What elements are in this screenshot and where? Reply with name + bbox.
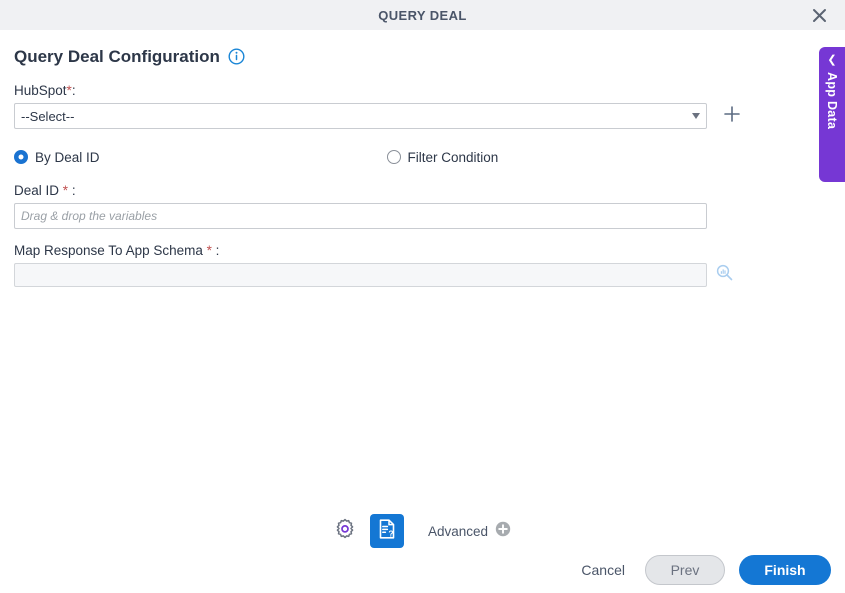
map-response-search-button[interactable] (715, 264, 733, 286)
deal-id-label: Deal ID * : (14, 183, 831, 198)
settings-button[interactable] (334, 518, 356, 545)
map-response-required-mark: * (206, 243, 212, 258)
deal-id-input[interactable] (14, 203, 707, 229)
app-data-panel-tab[interactable]: ❮ App Data (819, 47, 845, 182)
query-deal-dialog: QUERY DEAL Query Deal Configuration HubS… (0, 0, 845, 593)
radio-by-deal-id-label: By Deal ID (35, 149, 100, 165)
dialog-title: QUERY DEAL (378, 7, 467, 23)
radio-filter-condition-mark[interactable] (386, 150, 401, 164)
plus-icon (723, 105, 741, 128)
map-response-row (14, 263, 831, 287)
radio-filter-condition-label: Filter Condition (407, 149, 499, 165)
hubspot-select[interactable]: --Select-- (14, 103, 707, 129)
query-mode-radio-group: By Deal ID Filter Condition (14, 147, 831, 167)
advanced-toggle[interactable]: Advanced (428, 521, 511, 542)
page-title-row: Query Deal Configuration (14, 48, 831, 65)
gear-icon (334, 518, 356, 545)
map-response-label: Map Response To App Schema * : (14, 243, 831, 258)
dialog-actions: Cancel Prev Finish (575, 555, 831, 585)
close-button[interactable] (803, 0, 835, 30)
plus-circle-icon[interactable] (495, 521, 511, 542)
cancel-button[interactable]: Cancel (575, 558, 631, 582)
svg-text:?: ? (388, 528, 393, 538)
prev-button[interactable]: Prev (645, 555, 725, 585)
page-title: Query Deal Configuration (14, 47, 220, 66)
map-response-input[interactable] (14, 263, 707, 287)
deal-id-label-text: Deal ID (14, 183, 60, 198)
info-circle-icon[interactable] (228, 48, 245, 65)
help-document-button[interactable]: ? (369, 514, 404, 548)
document-question-icon: ? (376, 518, 398, 545)
hubspot-select-row: --Select-- (14, 103, 831, 129)
configuration-form: Query Deal Configuration HubSpot*: --Sel… (0, 30, 845, 500)
hubspot-selected-value: --Select-- (21, 108, 75, 124)
map-response-label-colon: : (215, 243, 220, 258)
chevron-down-icon (692, 113, 700, 119)
map-response-label-text: Map Response To App Schema (14, 243, 203, 258)
advanced-label: Advanced (427, 523, 489, 539)
app-data-panel-label: App Data (825, 72, 839, 130)
magnifier-chart-icon (716, 264, 733, 286)
chevron-left-icon: ❮ (827, 54, 837, 66)
hubspot-label: HubSpot*: (14, 83, 831, 98)
radio-filter-condition[interactable]: Filter Condition (386, 149, 499, 165)
hubspot-label-text: HubSpot (14, 83, 67, 98)
finish-button[interactable]: Finish (739, 555, 831, 585)
radio-by-deal-id-mark[interactable] (14, 150, 28, 164)
bottom-toolbar: ? Advanced (0, 508, 845, 554)
deal-id-required-mark: * (62, 183, 69, 198)
hubspot-label-colon: : (71, 83, 76, 98)
radio-by-deal-id[interactable]: By Deal ID (14, 150, 100, 165)
deal-id-label-colon: : (71, 183, 76, 198)
dialog-titlebar: QUERY DEAL (0, 0, 845, 30)
add-hubspot-connection-button[interactable] (721, 105, 743, 127)
close-icon (812, 8, 827, 23)
